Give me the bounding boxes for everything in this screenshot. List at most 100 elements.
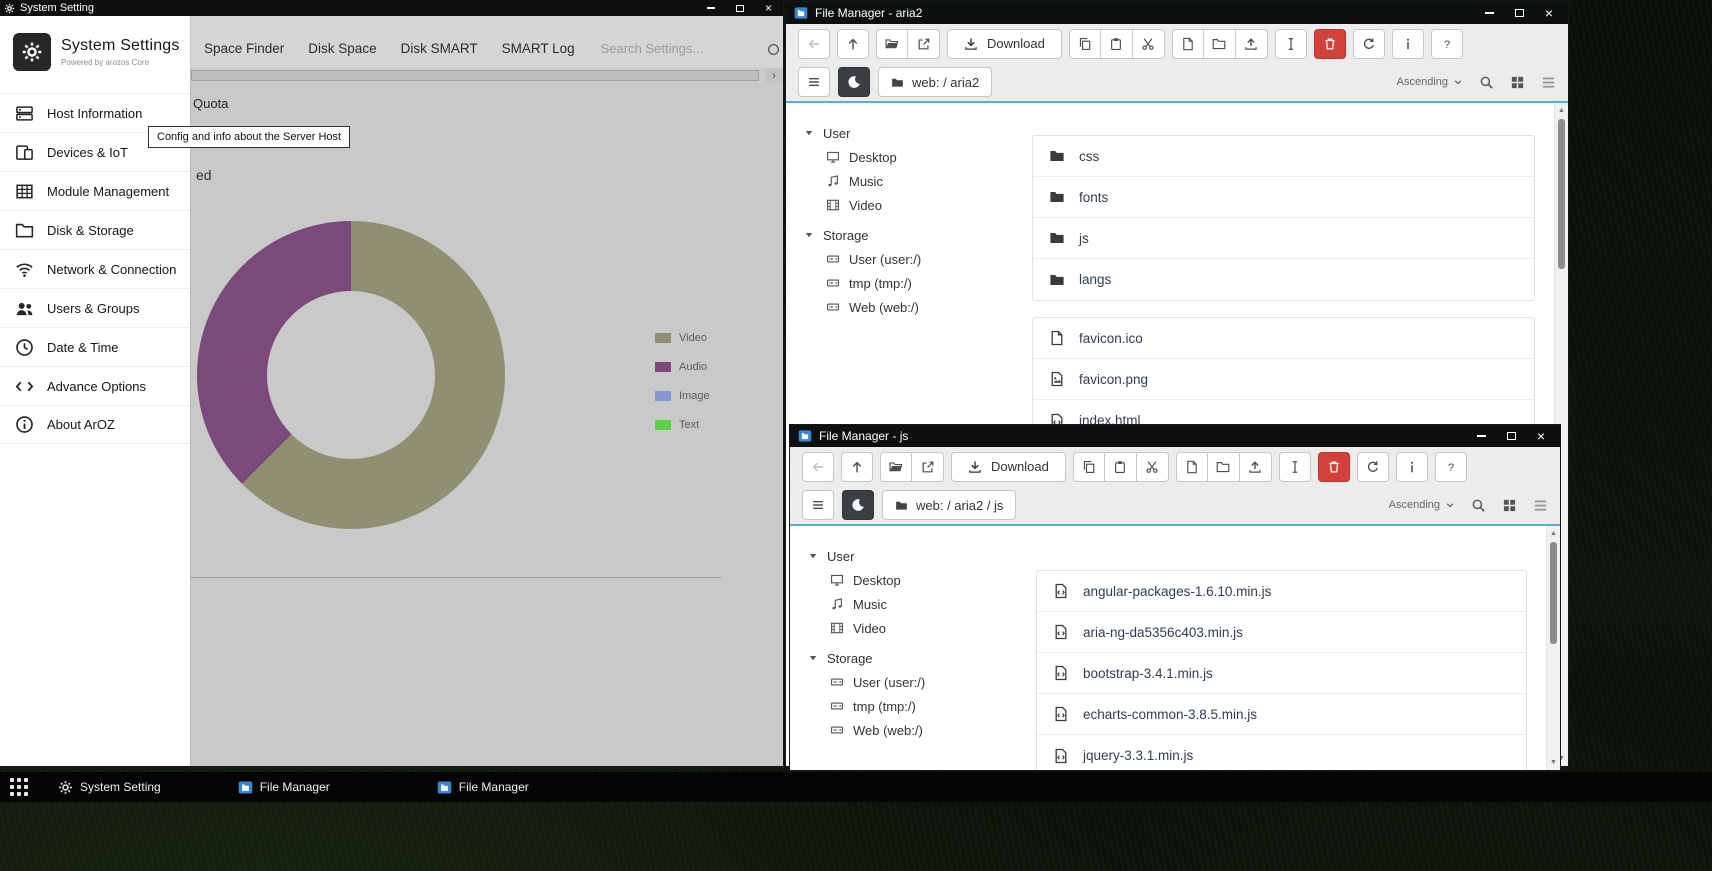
new-folder-button[interactable] [1208,452,1240,482]
tab-smart-log[interactable]: SMART Log [490,41,587,56]
rename-button[interactable] [1279,452,1311,482]
new-folder-button[interactable] [1204,29,1236,59]
properties-button[interactable] [1392,29,1424,59]
maximize-button[interactable] [725,0,754,16]
tree-item-desktop[interactable]: Desktop [808,568,1036,592]
file-row[interactable]: bootstrap-3.4.1.min.js [1037,653,1526,694]
sidebar-item-network-connection[interactable]: Network & Connection [0,249,190,288]
taskbar-item-system-setting[interactable]: System Setting [58,780,161,795]
tree-section-storage[interactable]: Storage [804,223,1032,247]
tree-item-music[interactable]: Music [804,169,1032,193]
file-row[interactable]: jquery-3.3.1.min.js [1037,735,1526,770]
delete-button[interactable] [1314,29,1346,59]
properties-button[interactable] [1396,452,1428,482]
taskbar-item-file-manager-2[interactable]: File Manager [437,780,529,795]
tree-item-web-drive[interactable]: Web (web:/) [804,295,1032,319]
scrollbar-thumb[interactable] [1550,542,1557,644]
tree-item-user-drive[interactable]: User (user:/) [808,670,1036,694]
open-in-new-window-button[interactable] [912,452,944,482]
sort-order-dropdown[interactable]: Ascending [1389,499,1455,511]
sidebar-item-users-groups[interactable]: Users & Groups [0,288,190,327]
dark-mode-button[interactable] [842,490,874,520]
file-row[interactable]: favicon.png [1033,359,1534,400]
file-manager-titlebar[interactable]: File Manager - js × [790,425,1560,447]
upload-button[interactable] [1240,452,1272,482]
tree-section-storage[interactable]: Storage [808,646,1036,670]
tree-section-user[interactable]: User [808,544,1036,568]
sidebar-item-advance-options[interactable]: Advance Options [0,366,190,405]
tree-item-web-drive[interactable]: Web (web:/) [808,718,1036,742]
refresh-button[interactable] [1357,452,1389,482]
minimize-button[interactable] [1466,425,1496,447]
file-row[interactable]: echarts-common-3.8.5.min.js [1037,694,1526,735]
scroll-up-icon[interactable]: ▲ [1547,527,1560,540]
new-file-button[interactable] [1176,452,1208,482]
settings-search-input[interactable] [601,41,719,56]
horizontal-scrollbar-thumb[interactable] [191,70,759,81]
grid-view-button[interactable] [1502,498,1517,513]
rename-button[interactable] [1275,29,1307,59]
refresh-button[interactable] [1353,29,1385,59]
new-file-button[interactable] [1172,29,1204,59]
tree-item-tmp-drive[interactable]: tmp (tmp:/) [804,271,1032,295]
file-row[interactable]: aria-ng-da5356c403.min.js [1037,612,1526,653]
up-button[interactable] [841,452,873,482]
sidebar-item-disk-storage[interactable]: Disk & Storage [0,210,190,249]
close-button[interactable]: × [1534,2,1564,24]
tree-item-video[interactable]: Video [808,616,1036,640]
file-row[interactable]: angular-packages-1.6.10.min.js [1037,571,1526,612]
download-button[interactable]: Download [951,452,1066,482]
list-view-button[interactable] [1541,75,1556,90]
scrollbar-thumb[interactable] [1558,119,1565,269]
maximize-button[interactable] [1504,2,1534,24]
taskbar-item-file-manager-1[interactable]: File Manager [238,780,330,795]
cut-button[interactable] [1137,452,1169,482]
minimize-button[interactable] [696,0,725,16]
horizontal-scrollbar[interactable]: › [190,68,783,83]
tree-section-user[interactable]: User [804,121,1032,145]
back-button[interactable] [798,29,830,59]
folder-row[interactable]: css [1033,136,1534,177]
breadcrumb[interactable]: web: / aria2 [878,67,992,97]
tree-item-tmp-drive[interactable]: tmp (tmp:/) [808,694,1036,718]
tree-item-user-drive[interactable]: User (user:/) [804,247,1032,271]
cut-button[interactable] [1133,29,1165,59]
scroll-down-icon[interactable]: ▼ [1547,756,1560,769]
file-manager-titlebar[interactable]: File Manager - aria2 × [786,2,1568,24]
sort-order-dropdown[interactable]: Ascending [1397,76,1463,88]
menu-button[interactable] [798,67,830,97]
file-row[interactable]: favicon.ico [1033,318,1534,359]
download-button[interactable]: Download [947,29,1062,59]
sidebar-item-module-management[interactable]: Module Management [0,171,190,210]
dark-mode-button[interactable] [838,67,870,97]
minimize-button[interactable] [1474,2,1504,24]
tab-disk-space[interactable]: Disk Space [296,41,388,56]
folder-row[interactable]: langs [1033,259,1534,300]
scroll-right-button[interactable]: › [765,68,783,83]
paste-button[interactable] [1101,29,1133,59]
paste-button[interactable] [1105,452,1137,482]
sidebar-item-about-aroz[interactable]: About ArOZ [0,405,190,444]
close-button[interactable]: × [754,0,783,16]
help-button[interactable] [1435,452,1467,482]
copy-button[interactable] [1073,452,1105,482]
sidebar-item-date-time[interactable]: Date & Time [0,327,190,366]
list-view-button[interactable] [1533,498,1548,513]
search-button[interactable] [1479,75,1494,90]
menu-button[interactable] [802,490,834,520]
back-button[interactable] [802,452,834,482]
vertical-scrollbar[interactable]: ▲ ▼ [1546,526,1560,770]
open-in-new-window-button[interactable] [908,29,940,59]
system-settings-titlebar[interactable]: System Setting × [0,0,783,16]
folder-row[interactable]: js [1033,218,1534,259]
breadcrumb[interactable]: web: / aria2 / js [882,490,1016,520]
copy-button[interactable] [1069,29,1101,59]
delete-button[interactable] [1318,452,1350,482]
upload-button[interactable] [1236,29,1268,59]
folder-row[interactable]: fonts [1033,177,1534,218]
tree-item-desktop[interactable]: Desktop [804,145,1032,169]
tab-space-finder[interactable]: Space Finder [192,41,296,56]
maximize-button[interactable] [1496,425,1526,447]
grid-view-button[interactable] [1510,75,1525,90]
scroll-up-icon[interactable]: ▲ [1555,104,1568,117]
